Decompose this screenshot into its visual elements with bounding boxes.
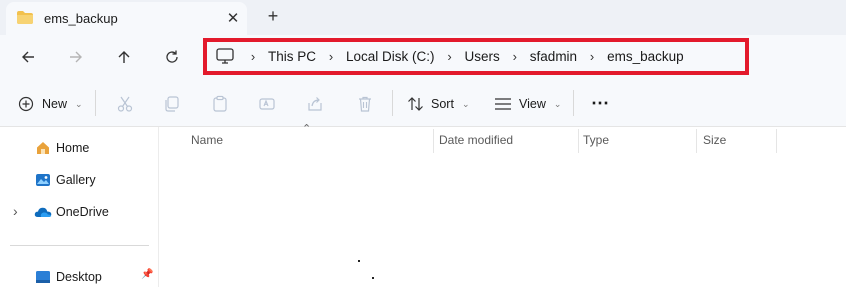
rename-icon[interactable]	[258, 95, 276, 113]
column-divider[interactable]	[578, 129, 579, 153]
column-divider[interactable]	[433, 129, 434, 153]
sidebar-item-label: Home	[56, 141, 90, 155]
stray-pixel	[372, 277, 374, 279]
refresh-icon	[166, 50, 178, 63]
paste-icon[interactable]	[211, 95, 229, 113]
view-button[interactable]: View ⌄	[494, 94, 561, 114]
plus-circle-icon	[18, 96, 34, 112]
divider	[10, 245, 149, 246]
column-name[interactable]: Name	[191, 133, 223, 147]
forward-arrow-icon	[70, 51, 82, 63]
sidebar-item-gallery[interactable]: Gallery	[0, 168, 159, 192]
column-date-modified[interactable]: Date modified	[439, 133, 513, 147]
sidebar-item-onedrive[interactable]: › OneDrive	[0, 200, 159, 224]
column-type[interactable]: Type	[583, 133, 609, 147]
sidebar-item-label: Gallery	[56, 173, 96, 187]
column-divider[interactable]	[696, 129, 697, 153]
sort-label: Sort	[431, 97, 454, 111]
view-list-icon	[495, 98, 511, 110]
address-highlight-box	[203, 38, 749, 75]
command-bar: New ⌄ Sort ⌄ View ⌄ ⋯	[0, 79, 846, 127]
sort-icon	[408, 97, 423, 111]
column-headers: ⌃ Name Date modified Type Size	[160, 123, 846, 153]
sort-button[interactable]: Sort ⌄	[407, 94, 469, 114]
sidebar-item-label: OneDrive	[56, 205, 109, 219]
home-icon	[37, 142, 49, 154]
new-tab-button[interactable]: +	[262, 5, 284, 27]
stray-pixel	[358, 260, 360, 262]
gallery-icon	[36, 174, 50, 186]
refresh-button[interactable]	[158, 44, 186, 70]
cut-icon[interactable]	[116, 95, 134, 113]
forward-button[interactable]	[62, 44, 90, 70]
copy-icon[interactable]	[163, 95, 181, 113]
navigation-pane: Home Gallery › OneDrive Desktop 📌	[0, 127, 159, 287]
back-arrow-icon	[22, 51, 34, 63]
tab-ems-backup[interactable]: ems_backup ✕	[6, 2, 247, 35]
back-button[interactable]	[14, 44, 42, 70]
up-button[interactable]	[110, 44, 138, 70]
divider	[95, 90, 96, 116]
divider	[392, 90, 393, 116]
view-label: View	[519, 97, 546, 111]
sidebar-item-desktop[interactable]: Desktop 📌	[0, 265, 159, 287]
tab-strip: ems_backup ✕ +	[0, 0, 846, 35]
sort-ascending-icon: ⌃	[302, 123, 312, 135]
chevron-right-icon[interactable]: ›	[13, 203, 18, 219]
sidebar-item-home[interactable]: Home	[0, 136, 159, 160]
up-arrow-icon	[118, 51, 130, 63]
chevron-down-icon: ⌄	[553, 98, 562, 109]
column-size[interactable]: Size	[703, 133, 726, 147]
new-label: New	[42, 97, 68, 111]
close-tab-icon[interactable]: ✕	[224, 9, 242, 27]
tab-title: ems_backup	[44, 11, 118, 26]
onedrive-icon	[34, 207, 52, 217]
chevron-down-icon: ⌄	[75, 98, 83, 109]
more-options-icon[interactable]: ⋯	[588, 92, 612, 114]
folder-icon	[17, 11, 33, 24]
column-divider[interactable]	[776, 129, 777, 153]
desktop-icon	[36, 271, 50, 283]
divider	[573, 90, 574, 116]
new-button[interactable]: New ⌄	[18, 94, 83, 114]
share-icon[interactable]	[306, 95, 324, 113]
delete-icon[interactable]	[356, 95, 374, 113]
sidebar-item-label: Desktop	[56, 270, 102, 284]
pin-icon[interactable]: 📌	[141, 269, 153, 280]
chevron-down-icon: ⌄	[461, 98, 470, 109]
